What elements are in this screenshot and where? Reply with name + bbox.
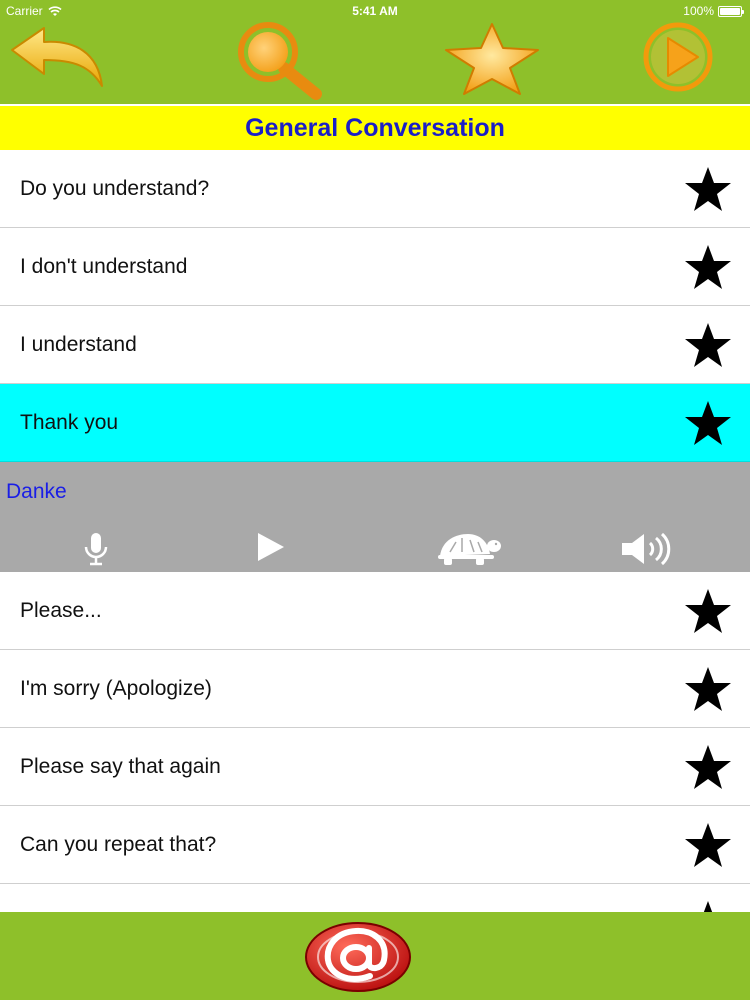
phrase-row-selected[interactable]: Thank you [0,384,750,462]
turtle-slow-icon[interactable] [436,532,502,566]
favorite-star-icon[interactable] [684,822,732,868]
favorite-star-icon[interactable] [684,744,732,790]
phrase-row[interactable]: Can you repeat that? [0,806,750,884]
bottom-bar [0,912,750,1000]
favorite-star-icon[interactable] [684,666,732,712]
email-button[interactable] [302,918,414,996]
phrase-row[interactable]: I understand [0,306,750,384]
star-icon [445,23,539,95]
translation-text: Danke [6,480,67,503]
play-icon[interactable] [256,532,286,562]
phrase-row[interactable]: I don't understand [0,228,750,306]
favorite-star-icon[interactable] [684,322,732,368]
phrase-label: I don't understand [20,255,188,278]
phrase-label: I understand [20,333,137,356]
phrase-label: Please say that again [20,755,221,778]
favorite-star-icon[interactable] [684,244,732,290]
battery-group: 100% [683,4,744,18]
title-banner: General Conversation [0,106,750,150]
favorites-button[interactable] [442,22,542,96]
phrase-label: Please... [20,599,102,622]
favorite-star-icon[interactable] [684,588,732,634]
phrase-row[interactable]: Please... [0,572,750,650]
page-title: General Conversation [245,114,505,142]
favorite-star-icon[interactable] [684,900,732,912]
phrase-label: Thank you [20,411,119,434]
play-circle-icon [643,22,713,92]
phrase-row[interactable]: Do you understand? [0,150,750,228]
back-arrow-icon [11,27,103,87]
phrase-list[interactable]: Do you understand? I don't understand I … [0,150,750,912]
favorite-star-icon[interactable] [684,400,732,446]
top-toolbar [0,22,750,104]
magnifier-icon [238,22,322,100]
back-button[interactable] [8,26,106,92]
microphone-icon[interactable] [83,532,109,566]
phrase-row-partial[interactable] [0,884,750,912]
email-at-icon [305,922,411,992]
favorite-star-icon[interactable] [684,166,732,212]
battery-icon [718,5,744,17]
status-bar: Carrier 5:41 AM 100% [0,0,750,22]
phrase-label: Do you understand? [20,177,210,200]
search-button[interactable] [232,22,326,102]
play-all-button[interactable] [640,22,716,92]
phrase-row[interactable]: Please say that again [0,728,750,806]
speaker-icon[interactable] [620,532,672,566]
phrase-label: I'm sorry (Apologize) [20,677,212,700]
battery-percent: 100% [683,4,714,18]
phrase-label: Can you repeat that? [20,833,217,856]
status-time: 5:41 AM [352,4,398,18]
phrase-row[interactable]: I'm sorry (Apologize) [0,650,750,728]
translation-panel: Danke [0,462,750,572]
